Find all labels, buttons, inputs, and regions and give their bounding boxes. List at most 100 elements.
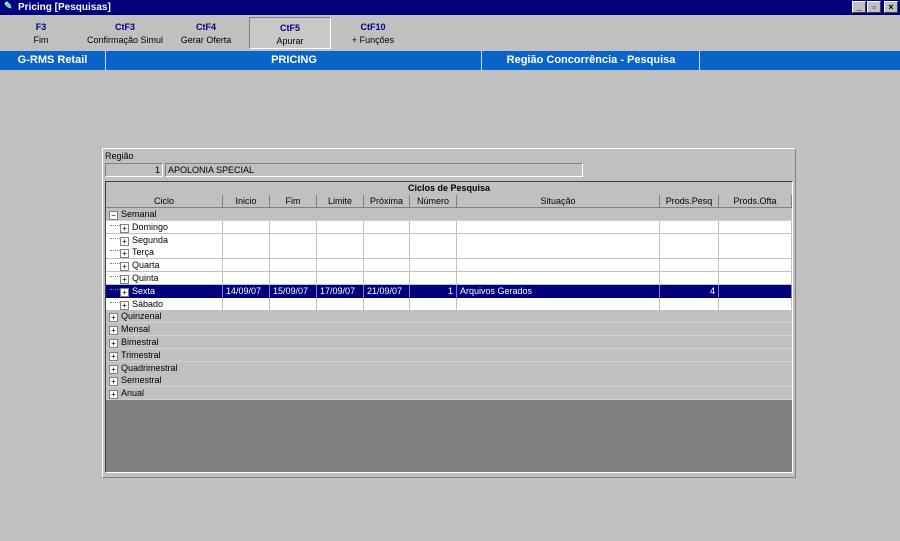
expand-icon[interactable]: + bbox=[120, 287, 129, 297]
gerar-oferta-button[interactable]: CtF4 Gerar Oferta bbox=[176, 17, 236, 49]
tree-group-row[interactable]: + Trimestral bbox=[106, 348, 792, 362]
ciclo-cell: + Quadrimestral bbox=[106, 362, 223, 375]
expand-icon[interactable]: + bbox=[120, 275, 129, 284]
ciclo-cell: + Anual bbox=[106, 387, 223, 400]
collapse-icon[interactable]: − bbox=[109, 211, 118, 220]
tree-group-row[interactable]: + Bimestral bbox=[106, 336, 792, 349]
ciclo-cell: + Quinta bbox=[106, 272, 223, 285]
window-controls: _ ▫ × bbox=[851, 1, 898, 13]
inicio-cell bbox=[223, 246, 270, 260]
confirmacao-simul-label: Confirmação Simul bbox=[86, 35, 164, 45]
proxima-cell bbox=[364, 297, 410, 311]
mais-funcoes-label: + Funções bbox=[351, 35, 395, 45]
expand-icon[interactable]: + bbox=[109, 339, 118, 348]
prods-pesq-cell bbox=[660, 246, 719, 260]
numero-cell bbox=[410, 259, 457, 273]
prods-pesq-cell: 4 bbox=[660, 284, 719, 298]
tree-connector bbox=[110, 237, 120, 240]
situacao-cell bbox=[457, 246, 660, 260]
prods-pesq-cell bbox=[660, 259, 719, 273]
ciclo-cell: + Terça bbox=[106, 246, 223, 260]
mais-funcoes-button[interactable]: CtF10 + Funções bbox=[340, 17, 406, 49]
tree-child-row[interactable]: + Domingo bbox=[106, 220, 792, 234]
tree-group-row[interactable]: + Mensal bbox=[106, 323, 792, 337]
close-icon[interactable]: × bbox=[884, 1, 898, 13]
column-header-inicio[interactable]: Inicio bbox=[223, 195, 270, 208]
tree-connector bbox=[110, 250, 120, 252]
prods-pesq-cell bbox=[660, 220, 719, 234]
region-code-field[interactable]: 1 bbox=[105, 163, 163, 177]
function-toolbar: F3 Fim CtF3 Confirmação Simul CtF4 Gerar… bbox=[0, 15, 900, 49]
ciclos-grid: Ciclos de Pesquisa Ciclo Inicio Fim Limite P… bbox=[105, 181, 793, 473]
apurar-button[interactable]: CtF5 Apurar bbox=[249, 17, 331, 49]
expand-icon[interactable]: + bbox=[109, 313, 118, 323]
ciclo-cell: + Quarta bbox=[106, 259, 223, 273]
situacao-cell: Arquivos Gerados bbox=[457, 284, 660, 298]
confirmacao-simul-button[interactable]: CtF3 Confirmação Simul bbox=[84, 17, 166, 49]
tree-group-row[interactable]: − Semanal bbox=[106, 208, 792, 221]
expand-icon[interactable]: + bbox=[109, 326, 118, 336]
ciclo-cell: + Quinzenal bbox=[106, 310, 223, 323]
banner-divider bbox=[699, 51, 701, 70]
ciclo-cell: + Sábado bbox=[106, 297, 223, 311]
tree-child-row[interactable]: + Sexta 14/09/07 15/09/07 17/09/07 21/09/07 1 A… bbox=[106, 284, 792, 298]
ciclo-label: Terça bbox=[132, 247, 155, 258]
numero-cell: 1 bbox=[410, 284, 457, 298]
region-name-field[interactable]: APOLONIA SPECIAL bbox=[165, 163, 583, 177]
ciclo-label: Anual bbox=[121, 388, 145, 399]
fim-button[interactable]: F3 Fim bbox=[18, 17, 64, 49]
numero-cell bbox=[410, 220, 457, 234]
column-header-proxima[interactable]: Próxima bbox=[364, 195, 410, 208]
tree-child-row[interactable]: + Quarta bbox=[106, 259, 792, 273]
inicio-cell: 14/09/07 bbox=[223, 284, 270, 298]
minimize-icon[interactable]: _ bbox=[852, 1, 866, 13]
ciclo-label: Semanal bbox=[121, 209, 157, 219]
column-header-situacao[interactable]: Situação bbox=[457, 195, 660, 208]
region-label: Região bbox=[105, 151, 134, 161]
tree-group-row[interactable]: + Quadrimestral bbox=[106, 361, 792, 375]
expand-icon[interactable]: + bbox=[120, 262, 129, 272]
expand-icon[interactable]: + bbox=[120, 249, 129, 259]
column-header-fim[interactable]: Fim bbox=[270, 195, 317, 208]
expand-icon[interactable]: + bbox=[109, 377, 118, 387]
module-banner: G-RMS Retail PRICING Região Concorrência… bbox=[0, 51, 900, 70]
fim-label: Fim bbox=[33, 35, 49, 45]
limite-cell: 17/09/07 bbox=[317, 284, 364, 298]
maximize-icon[interactable]: ▫ bbox=[867, 1, 881, 13]
ciclo-label: Sábado bbox=[132, 298, 164, 309]
column-header-prods-pesq[interactable]: Prods.Pesq bbox=[660, 195, 719, 208]
ciclo-label: Segunda bbox=[132, 234, 169, 245]
expand-icon[interactable]: + bbox=[109, 351, 118, 361]
ciclo-cell: + Semestral bbox=[106, 374, 223, 387]
column-header-limite[interactable]: Limite bbox=[317, 195, 364, 208]
expand-icon[interactable]: + bbox=[120, 236, 129, 246]
tree-group-row[interactable]: + Anual bbox=[106, 387, 792, 401]
ciclo-label: Semestral bbox=[121, 375, 162, 386]
apurar-key: CtF5 bbox=[280, 23, 300, 33]
tree-child-row[interactable]: + Segunda bbox=[106, 233, 792, 247]
tree-child-row[interactable]: + Sábado bbox=[106, 297, 792, 311]
inicio-cell bbox=[223, 233, 270, 247]
screen-name: Região Concorrência - Pesquisa bbox=[481, 51, 700, 70]
expand-icon[interactable]: + bbox=[109, 364, 118, 374]
ciclo-label: Bimestral bbox=[121, 337, 159, 347]
tree-group-row[interactable]: + Semestral bbox=[106, 374, 792, 388]
tree-child-row[interactable]: + Terça bbox=[106, 246, 792, 260]
prods-pesq-cell bbox=[660, 297, 719, 311]
expand-icon[interactable]: + bbox=[120, 300, 129, 310]
tree-group-row[interactable]: + Quinzenal bbox=[106, 310, 792, 324]
fim-cell bbox=[270, 233, 317, 247]
situacao-cell bbox=[457, 297, 660, 311]
column-header-prods-ofta[interactable]: Prods.Ofta bbox=[719, 195, 792, 208]
ciclo-label: Mensal bbox=[121, 324, 151, 335]
column-header-ciclo[interactable]: Ciclo bbox=[106, 195, 223, 208]
tree-child-row[interactable]: + Quinta bbox=[106, 272, 792, 285]
numero-cell bbox=[410, 246, 457, 260]
ciclo-label: Quinta bbox=[132, 273, 159, 283]
proxima-cell: 21/09/07 bbox=[364, 284, 410, 298]
ciclo-cell: + Bimestral bbox=[106, 336, 223, 349]
column-header-numero[interactable]: Número bbox=[410, 195, 457, 208]
expand-icon[interactable]: + bbox=[120, 223, 129, 233]
expand-icon[interactable]: + bbox=[109, 390, 118, 400]
ciclo-cell: − Semanal bbox=[106, 208, 223, 221]
